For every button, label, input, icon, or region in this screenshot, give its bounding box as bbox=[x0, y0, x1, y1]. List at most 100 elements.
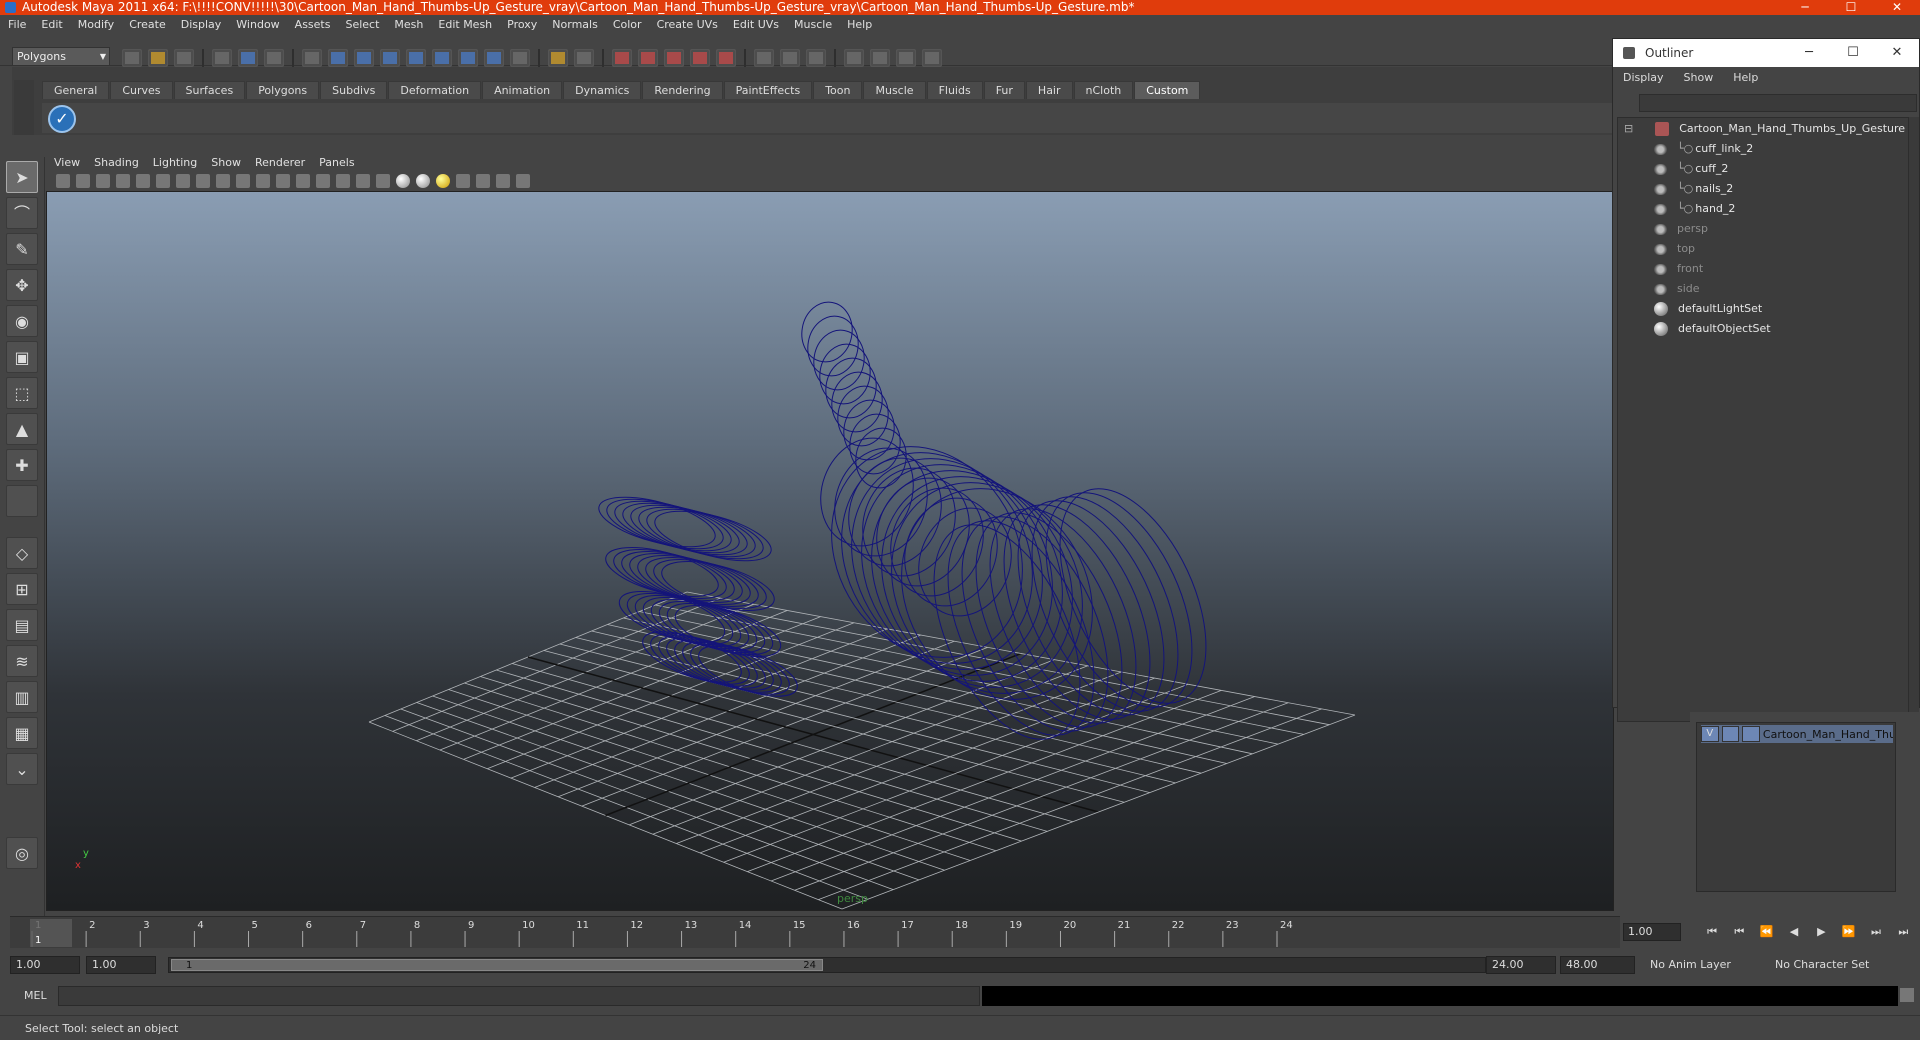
menu-window[interactable]: Window bbox=[236, 18, 279, 31]
make-live-icon[interactable] bbox=[716, 49, 736, 67]
isolate-select-icon[interactable] bbox=[456, 174, 470, 188]
xray-joints-icon[interactable] bbox=[496, 174, 510, 188]
tab-surfaces[interactable]: Surfaces bbox=[173, 81, 246, 99]
outliner-item-persp[interactable]: persp bbox=[1654, 220, 1708, 238]
render-view-icon[interactable] bbox=[844, 49, 864, 67]
anim-layer-dropdown[interactable]: No Anim Layer bbox=[1650, 956, 1731, 974]
step-forward-frame-icon[interactable]: ⏩ bbox=[1838, 923, 1859, 941]
playback-start-field[interactable]: 1.00 bbox=[86, 956, 156, 974]
menu-edit[interactable]: Edit bbox=[41, 18, 62, 31]
select-deformations-icon[interactable] bbox=[432, 49, 452, 67]
lock-selection-icon[interactable] bbox=[548, 49, 568, 67]
render-settings-icon[interactable] bbox=[922, 49, 942, 67]
perspective-viewport[interactable]: persp x y bbox=[46, 191, 1614, 911]
select-component-icon[interactable] bbox=[264, 49, 284, 67]
minimize-button[interactable]: ─ bbox=[1782, 0, 1828, 15]
grid-toggle-icon[interactable] bbox=[176, 174, 190, 188]
menu-modify[interactable]: Modify bbox=[78, 18, 114, 31]
outliner-item-cuff_2[interactable]: └○ cuff_2 bbox=[1654, 160, 1728, 178]
panel-menu-show[interactable]: Show bbox=[211, 156, 241, 169]
tab-rendering[interactable]: Rendering bbox=[642, 81, 723, 99]
range-bar[interactable]: 1 24 bbox=[171, 959, 823, 971]
outliner-item-defaultObjectSet[interactable]: defaultObjectSet bbox=[1654, 320, 1771, 338]
outliner-menu-help[interactable]: Help bbox=[1733, 71, 1758, 84]
character-set-dropdown[interactable]: No Character Set bbox=[1775, 956, 1869, 974]
bookmarks-icon[interactable] bbox=[96, 174, 110, 188]
graph-layout-icon[interactable]: ▦ bbox=[6, 717, 38, 749]
collapse-toggle-icon[interactable]: ⊟ bbox=[1624, 122, 1633, 135]
outliner-vertical-scrollbar[interactable] bbox=[1909, 117, 1919, 722]
outliner-item-hand_2[interactable]: └○ hand_2 bbox=[1654, 200, 1735, 218]
lasso-tool-icon[interactable]: ⌒ bbox=[6, 197, 38, 229]
wireframe-icon[interactable] bbox=[316, 174, 330, 188]
menu-assets[interactable]: Assets bbox=[295, 18, 331, 31]
last-tool-icon[interactable] bbox=[6, 485, 38, 517]
menu-file[interactable]: File bbox=[8, 18, 26, 31]
construction-history-icon[interactable] bbox=[780, 49, 800, 67]
history-icon[interactable] bbox=[754, 49, 774, 67]
panel-menu-lighting[interactable]: Lighting bbox=[153, 156, 197, 169]
tab-ncloth[interactable]: nCloth bbox=[1073, 81, 1134, 99]
outliner-item-defaultLightSet[interactable]: defaultLightSet bbox=[1654, 300, 1762, 318]
tab-painteffects[interactable]: PaintEffects bbox=[723, 81, 813, 99]
ipr-render-icon[interactable] bbox=[896, 49, 916, 67]
select-tool-icon[interactable]: ➤ bbox=[6, 161, 38, 193]
soft-modification-icon[interactable]: ▲ bbox=[6, 413, 38, 445]
menu-help[interactable]: Help bbox=[847, 18, 872, 31]
universal-manipulator-icon[interactable]: ⬚ bbox=[6, 377, 38, 409]
single-perspective-layout-icon[interactable]: ◇ bbox=[6, 537, 38, 569]
tab-animation[interactable]: Animation bbox=[482, 81, 563, 99]
scale-tool-icon[interactable]: ▣ bbox=[6, 341, 38, 373]
snap-grid-icon[interactable] bbox=[612, 49, 632, 67]
outliner-item-side[interactable]: side bbox=[1654, 280, 1700, 298]
menu-mesh[interactable]: Mesh bbox=[394, 18, 423, 31]
play-forwards-icon[interactable]: ▶ bbox=[1811, 923, 1832, 941]
layer-visibility-toggle[interactable]: V bbox=[1701, 726, 1719, 742]
tab-deformation[interactable]: Deformation bbox=[388, 81, 482, 99]
highlight-selection-icon[interactable] bbox=[574, 49, 594, 67]
select-rendering-icon[interactable] bbox=[484, 49, 504, 67]
menu-create[interactable]: Create bbox=[129, 18, 166, 31]
tab-fur[interactable]: Fur bbox=[983, 81, 1025, 99]
outliner-menu-show[interactable]: Show bbox=[1684, 71, 1714, 84]
range-track[interactable]: 1 24 bbox=[168, 957, 1486, 973]
paint-select-tool-icon[interactable]: ✎ bbox=[6, 233, 38, 265]
image-plane-icon[interactable] bbox=[116, 174, 130, 188]
safe-title-icon[interactable] bbox=[296, 174, 310, 188]
menu-muscle[interactable]: Muscle bbox=[794, 18, 832, 31]
outliner-item-root[interactable]: ⊟ Cartoon_Man_Hand_Thumbs_Up_Gesture bbox=[1624, 120, 1905, 138]
tab-general[interactable]: General bbox=[42, 81, 110, 99]
select-camera-icon[interactable] bbox=[56, 174, 70, 188]
menu-edit-uvs[interactable]: Edit UVs bbox=[733, 18, 779, 31]
tab-muscle[interactable]: Muscle bbox=[863, 81, 926, 99]
maximize-button[interactable]: ☐ bbox=[1828, 0, 1874, 15]
checkmark-icon[interactable]: ✓ bbox=[48, 105, 76, 133]
animation-start-field[interactable]: 1.00 bbox=[10, 956, 80, 974]
tab-toon[interactable]: Toon bbox=[813, 81, 863, 99]
smooth-shade-icon[interactable] bbox=[336, 174, 350, 188]
snap-curve-icon[interactable] bbox=[638, 49, 658, 67]
menu-display[interactable]: Display bbox=[181, 18, 222, 31]
tab-hair[interactable]: Hair bbox=[1025, 81, 1073, 99]
show-manipulator-icon[interactable]: ✚ bbox=[6, 449, 38, 481]
xray-icon[interactable] bbox=[476, 174, 490, 188]
select-curves-icon[interactable] bbox=[380, 49, 400, 67]
play-backwards-icon[interactable]: ◀ bbox=[1783, 923, 1804, 941]
tab-dynamics[interactable]: Dynamics bbox=[563, 81, 642, 99]
select-hierarchy-icon[interactable] bbox=[212, 49, 232, 67]
panel-menu-panels[interactable]: Panels bbox=[319, 156, 354, 169]
panel-menu-view[interactable]: View bbox=[54, 156, 80, 169]
shadows-icon[interactable] bbox=[436, 174, 450, 188]
tab-curves[interactable]: Curves bbox=[110, 81, 173, 99]
playback-end-field[interactable]: 24.00 bbox=[1486, 956, 1556, 974]
outliner-item-front[interactable]: front bbox=[1654, 260, 1703, 278]
select-handles-icon[interactable] bbox=[328, 49, 348, 67]
go-to-start-icon[interactable]: ⏮ bbox=[1701, 923, 1722, 941]
select-object-icon[interactable] bbox=[238, 49, 258, 67]
menu-create-uvs[interactable]: Create UVs bbox=[657, 18, 718, 31]
default-lighting-icon[interactable] bbox=[396, 174, 410, 188]
render-frame-icon[interactable] bbox=[870, 49, 890, 67]
outliner-menu-display[interactable]: Display bbox=[1623, 71, 1664, 84]
save-scene-icon[interactable] bbox=[174, 49, 194, 67]
outliner-item-top[interactable]: top bbox=[1654, 240, 1695, 258]
